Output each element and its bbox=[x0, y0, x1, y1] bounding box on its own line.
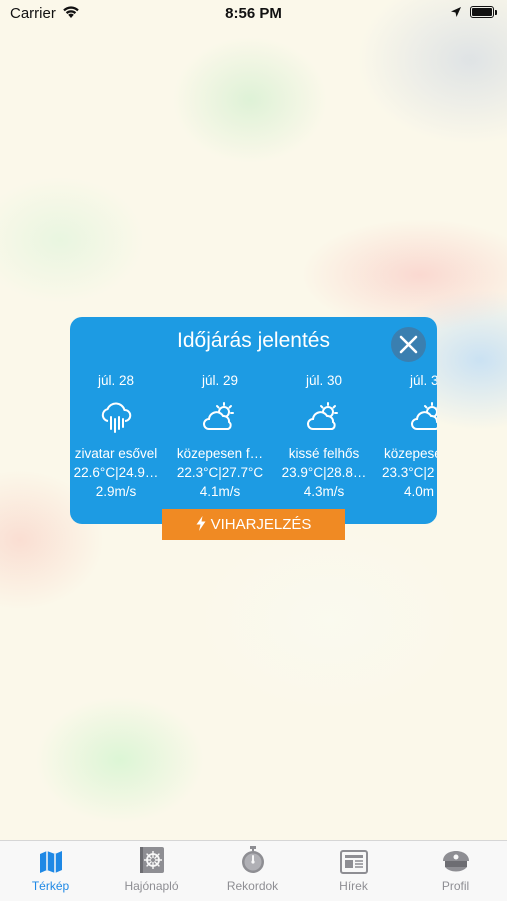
forecast-date: júl. 3 bbox=[410, 373, 437, 388]
forecast-temperature: 22.3°C|27.7°C bbox=[176, 465, 264, 480]
close-button[interactable] bbox=[391, 327, 426, 362]
tab-label: Hajónapló bbox=[124, 879, 179, 893]
forecast-description: kissé felhős bbox=[288, 446, 360, 461]
forecast-day: júl. 28 zivatar esővel 22.6°C|24.9… 2.9m… bbox=[70, 372, 166, 501]
forecast-wind: 2.9m/s bbox=[95, 484, 137, 499]
forecast-date: júl. 29 bbox=[201, 373, 239, 388]
partly-cloudy-icon bbox=[203, 402, 234, 430]
forecast-temperature: 22.6°C|24.9… bbox=[73, 465, 159, 480]
forecast-day: júl. 29 közepesen f… 22.3°C|27.7°C 4.1m/… bbox=[170, 372, 270, 501]
tab-label: Profil bbox=[441, 879, 470, 893]
forecast-description: közepesen bbox=[384, 446, 437, 461]
forecast-temperature: 23.9°C|28.8… bbox=[281, 465, 367, 480]
forecast-date: júl. 30 bbox=[305, 373, 343, 388]
close-icon bbox=[399, 335, 418, 354]
forecast-date: júl. 28 bbox=[97, 373, 135, 388]
forecast-wind: 4.1m/s bbox=[199, 484, 241, 499]
newspaper-icon bbox=[339, 850, 368, 874]
tab-label: Rekordok bbox=[226, 879, 279, 893]
forecast-wind: 4.3m/s bbox=[303, 484, 345, 499]
battery-icon bbox=[470, 6, 500, 20]
forecast-days[interactable]: júl. 28 zivatar esővel 22.6°C|24.9… 2.9m… bbox=[70, 372, 437, 512]
lightning-icon bbox=[196, 516, 206, 531]
tab-label: Térkép bbox=[31, 879, 70, 893]
weather-report-modal: Időjárás jelentés júl. 28 zivatar esővel… bbox=[70, 317, 437, 524]
logbook-icon bbox=[139, 847, 164, 873]
map-icon bbox=[39, 851, 62, 873]
tab-news[interactable]: Hírek bbox=[303, 841, 404, 901]
stopwatch-icon bbox=[241, 846, 264, 873]
tab-label: Hírek bbox=[339, 879, 368, 893]
clock: 8:56 PM bbox=[225, 5, 282, 22]
tab-logbook[interactable]: Hajónapló bbox=[101, 841, 202, 901]
forecast-description: közepesen f… bbox=[176, 446, 264, 461]
location-arrow-icon bbox=[451, 7, 461, 17]
partly-cloudy-icon bbox=[307, 402, 338, 430]
forecast-day: júl. 3 közepesen 23.3°C|2 4.0m bbox=[378, 372, 437, 501]
forecast-wind: 4.0m bbox=[404, 484, 435, 499]
tab-bar: Térkép Hajónapló Rekordok Hírek Profil bbox=[0, 840, 507, 901]
forecast-temperature: 23.3°C|2 bbox=[382, 465, 435, 480]
storm-warning-button[interactable]: VIHARJELZÉS bbox=[162, 509, 345, 540]
storm-warning-label: VIHARJELZÉS bbox=[210, 516, 312, 533]
captain-hat-icon bbox=[442, 851, 469, 872]
tab-profile[interactable]: Profil bbox=[404, 841, 507, 901]
tab-map[interactable]: Térkép bbox=[0, 841, 101, 901]
status-bar: Carrier 8:56 PM bbox=[0, 0, 507, 28]
forecast-day: júl. 30 kissé felhős 23.9°C|28.8… 4.3m/s bbox=[274, 372, 374, 501]
rain-cloud-icon bbox=[101, 402, 132, 433]
tab-records[interactable]: Rekordok bbox=[202, 841, 303, 901]
forecast-description: zivatar esővel bbox=[74, 446, 158, 461]
modal-title: Időjárás jelentés bbox=[177, 329, 330, 352]
partly-cloudy-icon bbox=[411, 402, 437, 430]
